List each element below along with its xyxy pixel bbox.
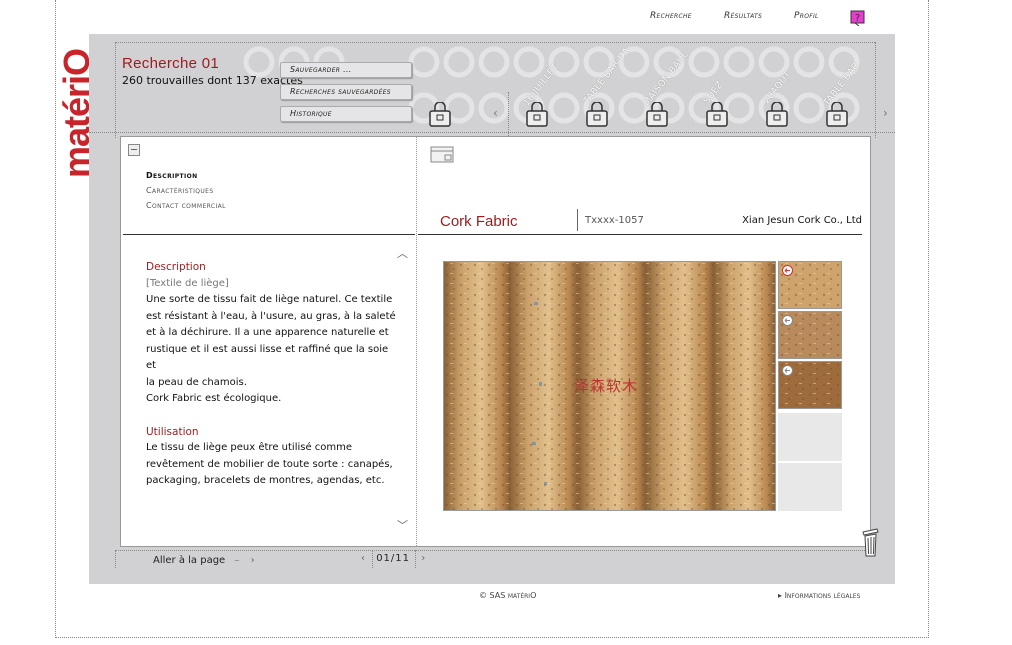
product-image[interactable]: 泽森软木 [443, 261, 776, 511]
detail-right-pane: Cork Fabric Txxxx-1057 Xian Jesun Cork C… [418, 137, 870, 546]
description-subtitle: [Textile de liège] [146, 277, 229, 289]
help-label: ? [855, 13, 860, 24]
usage-line: revêtement de mobilier de toute sorte : … [146, 458, 393, 470]
collapse-icon[interactable] [128, 144, 140, 156]
image-watermark: 泽森软木 [574, 377, 639, 395]
next-page-icon[interactable]: › [421, 553, 425, 564]
trash-icon[interactable] [859, 526, 881, 558]
main-panel: Recherche 01 260 trouvailles dont 137 ex… [89, 34, 895, 584]
footer-left-border [115, 550, 116, 568]
goto-page: Aller à la page – › [153, 555, 255, 566]
description-text: Description [Textile de liège] Une sorte… [146, 259, 396, 490]
description-line: Cork Fabric est écologique. [146, 393, 282, 404]
save-search-button[interactable]: Sauvegarder ... [280, 62, 412, 78]
scroll-up-icon[interactable]: ︿ [397, 245, 408, 261]
usage-line: Le tissu de liège peux être utilisé comm… [146, 442, 353, 453]
legal-info-link[interactable]: ▸ Informations légales [778, 591, 860, 600]
prev-page-icon[interactable]: ‹ [361, 553, 365, 564]
search-count: 260 trouvailles dont 137 exactes [122, 74, 303, 87]
ref-separator [577, 209, 578, 231]
usage-line: packaging, bracelets de montres, agendas… [146, 475, 385, 486]
description-line: rustique et il est aussi lisse et raffin… [146, 343, 389, 372]
header-top-border [115, 42, 875, 43]
thumbnail-empty [778, 463, 842, 511]
product-reference: Txxxx-1057 [585, 215, 644, 226]
scroll-down-icon[interactable]: ﹀ [397, 517, 408, 533]
top-navigation: Recherche Résultats Profil [650, 11, 880, 29]
goto-page-label: Aller à la page [153, 555, 226, 566]
description-line: est résistant à l'eau, à l'usure, au gra… [146, 310, 396, 322]
nav-description[interactable]: Description [146, 168, 226, 183]
thumbnail-empty [778, 413, 842, 461]
header-bottom-border [89, 132, 895, 133]
copyright: © SAS matériO [479, 591, 537, 600]
right-divider [418, 234, 862, 235]
zoom-icon[interactable] [782, 365, 793, 376]
description-line: et à la déchirure. Il a une apparence na… [146, 327, 389, 338]
page-indicator: 01/11 [376, 553, 411, 564]
goto-page-arrow-icon[interactable]: › [251, 555, 255, 566]
section-nav: Description Caractéristiques Contact com… [146, 168, 226, 213]
description-line: Une sorte de tissu fait de liège naturel… [146, 294, 393, 305]
basket-scroll-right-icon[interactable]: › [883, 106, 888, 120]
header-right-border [875, 42, 876, 138]
nav-search[interactable]: Recherche [650, 11, 692, 21]
zoom-icon[interactable] [782, 315, 793, 326]
goto-dash: – [234, 555, 240, 566]
history-button[interactable]: Historique [280, 106, 412, 122]
basket-scroll-left-icon[interactable]: ‹ [493, 106, 498, 120]
thumbnail-3[interactable] [778, 361, 842, 409]
zoom-icon[interactable] [782, 265, 793, 276]
description-title: Description [146, 261, 206, 273]
basket-bag-icon[interactable] [429, 102, 451, 128]
usage-title: Utilisation [146, 425, 199, 438]
footer-top-border [115, 550, 875, 551]
pager: ‹ 01/11 › [361, 553, 425, 564]
search-title: Recherche 01 [122, 55, 219, 72]
left-divider [123, 234, 415, 235]
help-icon[interactable]: ? [850, 10, 865, 26]
nav-characteristics[interactable]: Caractéristiques [146, 183, 226, 198]
thumbnail-2[interactable] [778, 311, 842, 359]
nav-results[interactable]: Résultats [724, 11, 762, 21]
saved-searches-button[interactable]: Recherches sauvegardées [280, 84, 412, 100]
nav-profile[interactable]: Profil [794, 11, 819, 21]
thumbnail-1[interactable] [778, 261, 842, 309]
company-name[interactable]: Xian Jesun Cork Co., Ltd [742, 215, 862, 226]
description-line: la peau de chamois. [146, 376, 247, 388]
window-icon[interactable] [430, 146, 454, 163]
product-name: Cork Fabric [440, 213, 518, 230]
nav-commercial-contact[interactable]: Contact commercial [146, 198, 226, 213]
detail-card: Description Caractéristiques Contact com… [120, 136, 871, 547]
header-left-border [115, 42, 116, 138]
legal-info-label: Informations légales [784, 591, 861, 600]
detail-left-pane: Description Caractéristiques Contact com… [121, 137, 417, 546]
